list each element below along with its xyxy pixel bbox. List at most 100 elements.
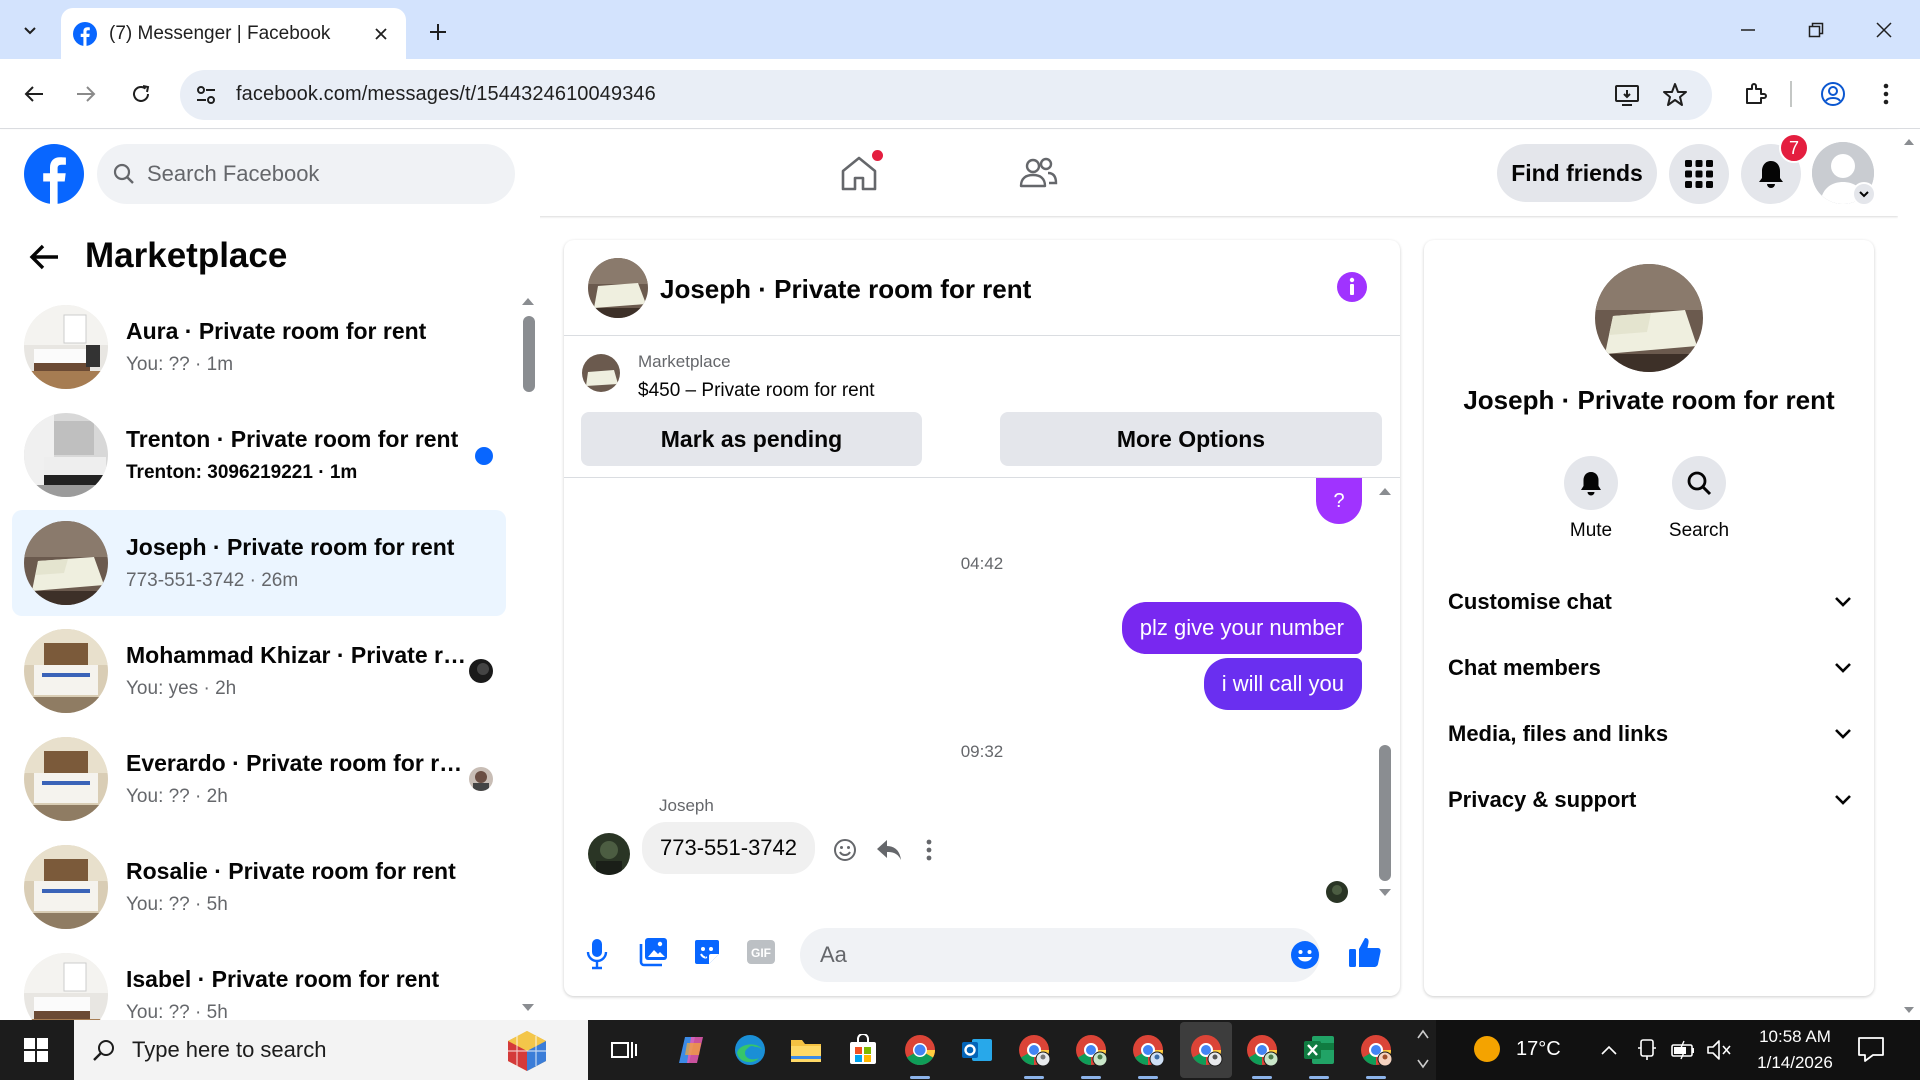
more-options-button[interactable]: More Options [1000, 412, 1382, 466]
chat-avatar[interactable] [588, 258, 648, 318]
mark-as-pending-button[interactable]: Mark as pending [581, 412, 922, 466]
message-text-field[interactable] [820, 942, 1260, 968]
system-clock[interactable]: 10:58 AM 1/14/2026 [1740, 1024, 1850, 1076]
reply-icon[interactable] [875, 837, 903, 863]
battery-icon[interactable] [1670, 1038, 1696, 1062]
gif-icon[interactable]: GIF [746, 938, 776, 966]
new-tab-button[interactable] [420, 14, 456, 50]
find-friends-button[interactable]: Find friends [1497, 144, 1657, 202]
start-button[interactable] [0, 1020, 72, 1080]
home-nav-button[interactable] [834, 150, 884, 196]
taskbar-scroll-down-icon[interactable] [1416, 1058, 1430, 1070]
conversation-item-active[interactable]: Joseph · Private room for rent 773-551-3… [12, 510, 506, 616]
weather-widget[interactable]: 17°C [1472, 1034, 1561, 1064]
tab-search-button[interactable] [10, 10, 50, 50]
forward-button[interactable] [66, 74, 106, 114]
conversation-item[interactable]: Everardo · Private room for rent You: ??… [12, 726, 506, 832]
tab-close-icon[interactable] [368, 21, 394, 47]
chat-title[interactable]: Joseph · Private room for rent [660, 274, 1031, 305]
extensions-button[interactable] [1735, 74, 1775, 114]
copilot-app[interactable] [672, 1030, 712, 1070]
chat-scrollbar[interactable] [1379, 745, 1391, 881]
chrome-profile-app[interactable] [1014, 1030, 1054, 1079]
mute-button[interactable]: Mute [1546, 456, 1636, 542]
listing-thumbnail[interactable] [582, 354, 620, 392]
restore-button[interactable] [1788, 0, 1844, 59]
scroll-down-arrow-icon[interactable] [521, 1003, 535, 1013]
friends-nav-button[interactable] [1013, 150, 1063, 196]
info-icon[interactable] [1335, 270, 1369, 304]
facebook-logo-icon[interactable] [24, 144, 84, 204]
media-files-links-section[interactable]: Media, files and links [1448, 709, 1852, 759]
scroll-up-arrow-icon[interactable] [1903, 138, 1915, 146]
conversation-item[interactable]: Isabel · Private room for rent You: ?? ·… [12, 942, 506, 1020]
meet-now-icon[interactable] [1637, 1038, 1657, 1062]
arrow-right-icon [77, 86, 96, 102]
search-in-conversation-button[interactable]: Search [1654, 456, 1744, 542]
more-actions-icon[interactable] [926, 837, 932, 863]
conversation-item[interactable]: Trenton · Private room for rent Trenton:… [12, 402, 506, 508]
conversation-item[interactable]: Mohammad Khizar · Private room for rent … [12, 618, 506, 724]
chrome-profile-app[interactable] [1356, 1030, 1396, 1079]
conversation-list-scrollbar[interactable] [523, 316, 535, 392]
photo-gallery-icon[interactable] [638, 937, 668, 967]
microphone-icon[interactable] [586, 938, 608, 970]
close-window-button[interactable] [1856, 0, 1912, 59]
copilot-icon [679, 1037, 703, 1063]
minimize-button[interactable] [1720, 0, 1776, 59]
install-app-icon[interactable] [1614, 82, 1640, 108]
chrome-profile-app-active[interactable] [1180, 1022, 1232, 1078]
message-input[interactable] [800, 928, 1320, 982]
details-avatar[interactable] [1595, 264, 1703, 372]
like-thumbs-up-icon[interactable] [1348, 936, 1382, 968]
listing-title[interactable]: $450 – Private room for rent [638, 380, 875, 402]
chat-members-section[interactable]: Chat members [1448, 643, 1852, 693]
excel-app[interactable] [1299, 1030, 1339, 1079]
profile-button[interactable] [1813, 74, 1853, 114]
microsoft-store-app[interactable] [843, 1030, 883, 1070]
file-explorer-app[interactable] [786, 1030, 826, 1070]
conversation-item[interactable]: Rosalie · Private room for rent You: ?? … [12, 834, 506, 940]
chrome-app[interactable] [900, 1030, 940, 1079]
chrome-profile-app[interactable] [1242, 1030, 1282, 1079]
scroll-up-arrow-icon[interactable] [1378, 486, 1392, 496]
scroll-down-arrow-icon[interactable] [1903, 1006, 1915, 1014]
page-scrollbar[interactable] [1898, 130, 1920, 1020]
taskbar-search-box[interactable]: Type here to search [74, 1020, 588, 1080]
task-view-button[interactable] [604, 1030, 644, 1070]
listing-thumbnail [24, 629, 108, 713]
address-bar[interactable]: facebook.com/messages/t/1544324610049346 [180, 70, 1712, 120]
privacy-support-section[interactable]: Privacy & support [1448, 775, 1852, 825]
outgoing-message-bubble[interactable]: ? [1316, 478, 1362, 524]
browser-tab[interactable]: (7) Messenger | Facebook [61, 8, 406, 59]
outgoing-message-bubble[interactable]: plz give your number [1121, 602, 1362, 654]
browser-menu-button[interactable] [1866, 74, 1906, 114]
volume-muted-icon[interactable] [1706, 1038, 1732, 1062]
back-button[interactable] [14, 74, 54, 114]
back-arrow-icon[interactable] [28, 242, 60, 272]
sender-avatar[interactable] [588, 833, 630, 875]
react-emoji-icon[interactable] [832, 837, 858, 863]
bookmark-star-icon[interactable] [1662, 82, 1688, 108]
chrome-profile-app[interactable] [1071, 1030, 1111, 1079]
chrome-profile-app[interactable] [1128, 1030, 1168, 1079]
scroll-up-arrow-icon[interactable] [521, 296, 535, 306]
account-caret[interactable] [1852, 182, 1876, 206]
taskbar-scroll-up-icon[interactable] [1416, 1028, 1430, 1040]
outlook-app[interactable] [957, 1030, 997, 1070]
menu-button[interactable] [1669, 144, 1729, 204]
chat-header: Joseph · Private room for rent [564, 240, 1400, 336]
chevron-up-icon[interactable] [1600, 1044, 1618, 1056]
reload-button[interactable] [121, 74, 161, 114]
sticker-icon[interactable] [692, 937, 722, 967]
incoming-message-bubble[interactable]: 773-551-3742 [642, 822, 816, 874]
conversation-item[interactable]: Aura · Private room for rent You: ?? · 1… [12, 294, 506, 400]
outgoing-message-bubble[interactable]: i will call you [1203, 658, 1362, 710]
scroll-down-arrow-icon[interactable] [1378, 888, 1392, 898]
customise-chat-section[interactable]: Customise chat [1448, 577, 1852, 627]
site-settings-icon[interactable] [194, 83, 218, 107]
facebook-search-input[interactable]: Search Facebook [97, 144, 515, 204]
edge-app[interactable] [730, 1030, 770, 1070]
emoji-icon[interactable] [1290, 940, 1320, 970]
notifications-center-icon[interactable] [1857, 1036, 1885, 1062]
